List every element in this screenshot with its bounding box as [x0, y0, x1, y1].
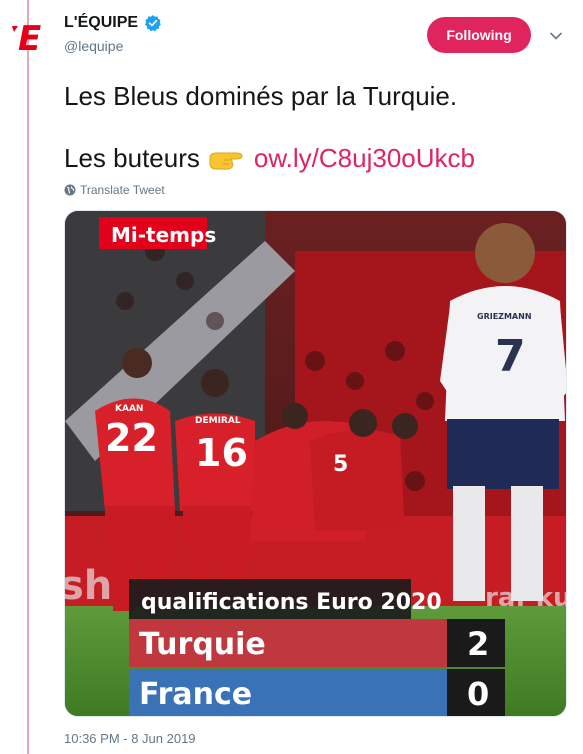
competition-label: qualifications Euro 2020: [141, 590, 442, 615]
svg-text:E: E: [18, 19, 41, 56]
svg-text:sh: sh: [65, 563, 112, 609]
svg-text:7: 7: [495, 331, 526, 382]
svg-text:GRIEZMANN: GRIEZMANN: [477, 312, 532, 321]
tweet-header: E L'ÉQUIPE @lequipe Following: [0, 0, 583, 70]
thread-line: [27, 0, 29, 754]
tweet-link[interactable]: ow.ly/C8uj30oUkcb: [254, 142, 475, 175]
following-button[interactable]: Following: [427, 17, 531, 53]
translate-label[interactable]: Translate Tweet: [80, 183, 165, 197]
halftime-banner-text: Mi-temps: [111, 223, 216, 247]
svg-text:5: 5: [333, 452, 348, 477]
svg-text:22: 22: [105, 416, 158, 460]
match-photo: sh raf kulu KAAN 22 DEMIRAL 16: [65, 211, 566, 716]
lequipe-logo[interactable]: E: [8, 16, 52, 56]
tweet-media-image[interactable]: sh raf kulu KAAN 22 DEMIRAL 16: [64, 210, 567, 717]
team-score-turquie: 2: [467, 625, 489, 663]
svg-text:16: 16: [195, 431, 248, 475]
svg-text:DEMIRAL: DEMIRAL: [195, 416, 241, 426]
tweet-timestamp[interactable]: 10:36 PM - 8 Jun 2019: [64, 731, 196, 746]
svg-text:KAAN: KAAN: [115, 404, 143, 414]
team-score-france: 0: [467, 675, 489, 713]
account-display-name[interactable]: L'ÉQUIPE: [64, 14, 138, 32]
pointing-hand-icon: [209, 152, 243, 170]
globe-icon: [64, 184, 76, 196]
team-name-france: France: [139, 677, 252, 712]
chevron-down-icon[interactable]: [548, 28, 564, 44]
team-name-turquie: Turquie: [139, 627, 266, 662]
verified-badge-icon: [145, 15, 161, 32]
tweet-text-line2: Les buteurs ow.ly/C8uj30oUkcb: [64, 142, 475, 175]
tweet-text-prefix: Les buteurs: [64, 143, 200, 173]
account-name-row[interactable]: L'ÉQUIPE: [64, 14, 162, 32]
tweet-text-line1: Les Bleus dominés par la Turquie.: [64, 81, 458, 111]
account-handle[interactable]: @lequipe: [64, 38, 123, 54]
translate-tweet-link[interactable]: Translate Tweet: [64, 183, 165, 197]
